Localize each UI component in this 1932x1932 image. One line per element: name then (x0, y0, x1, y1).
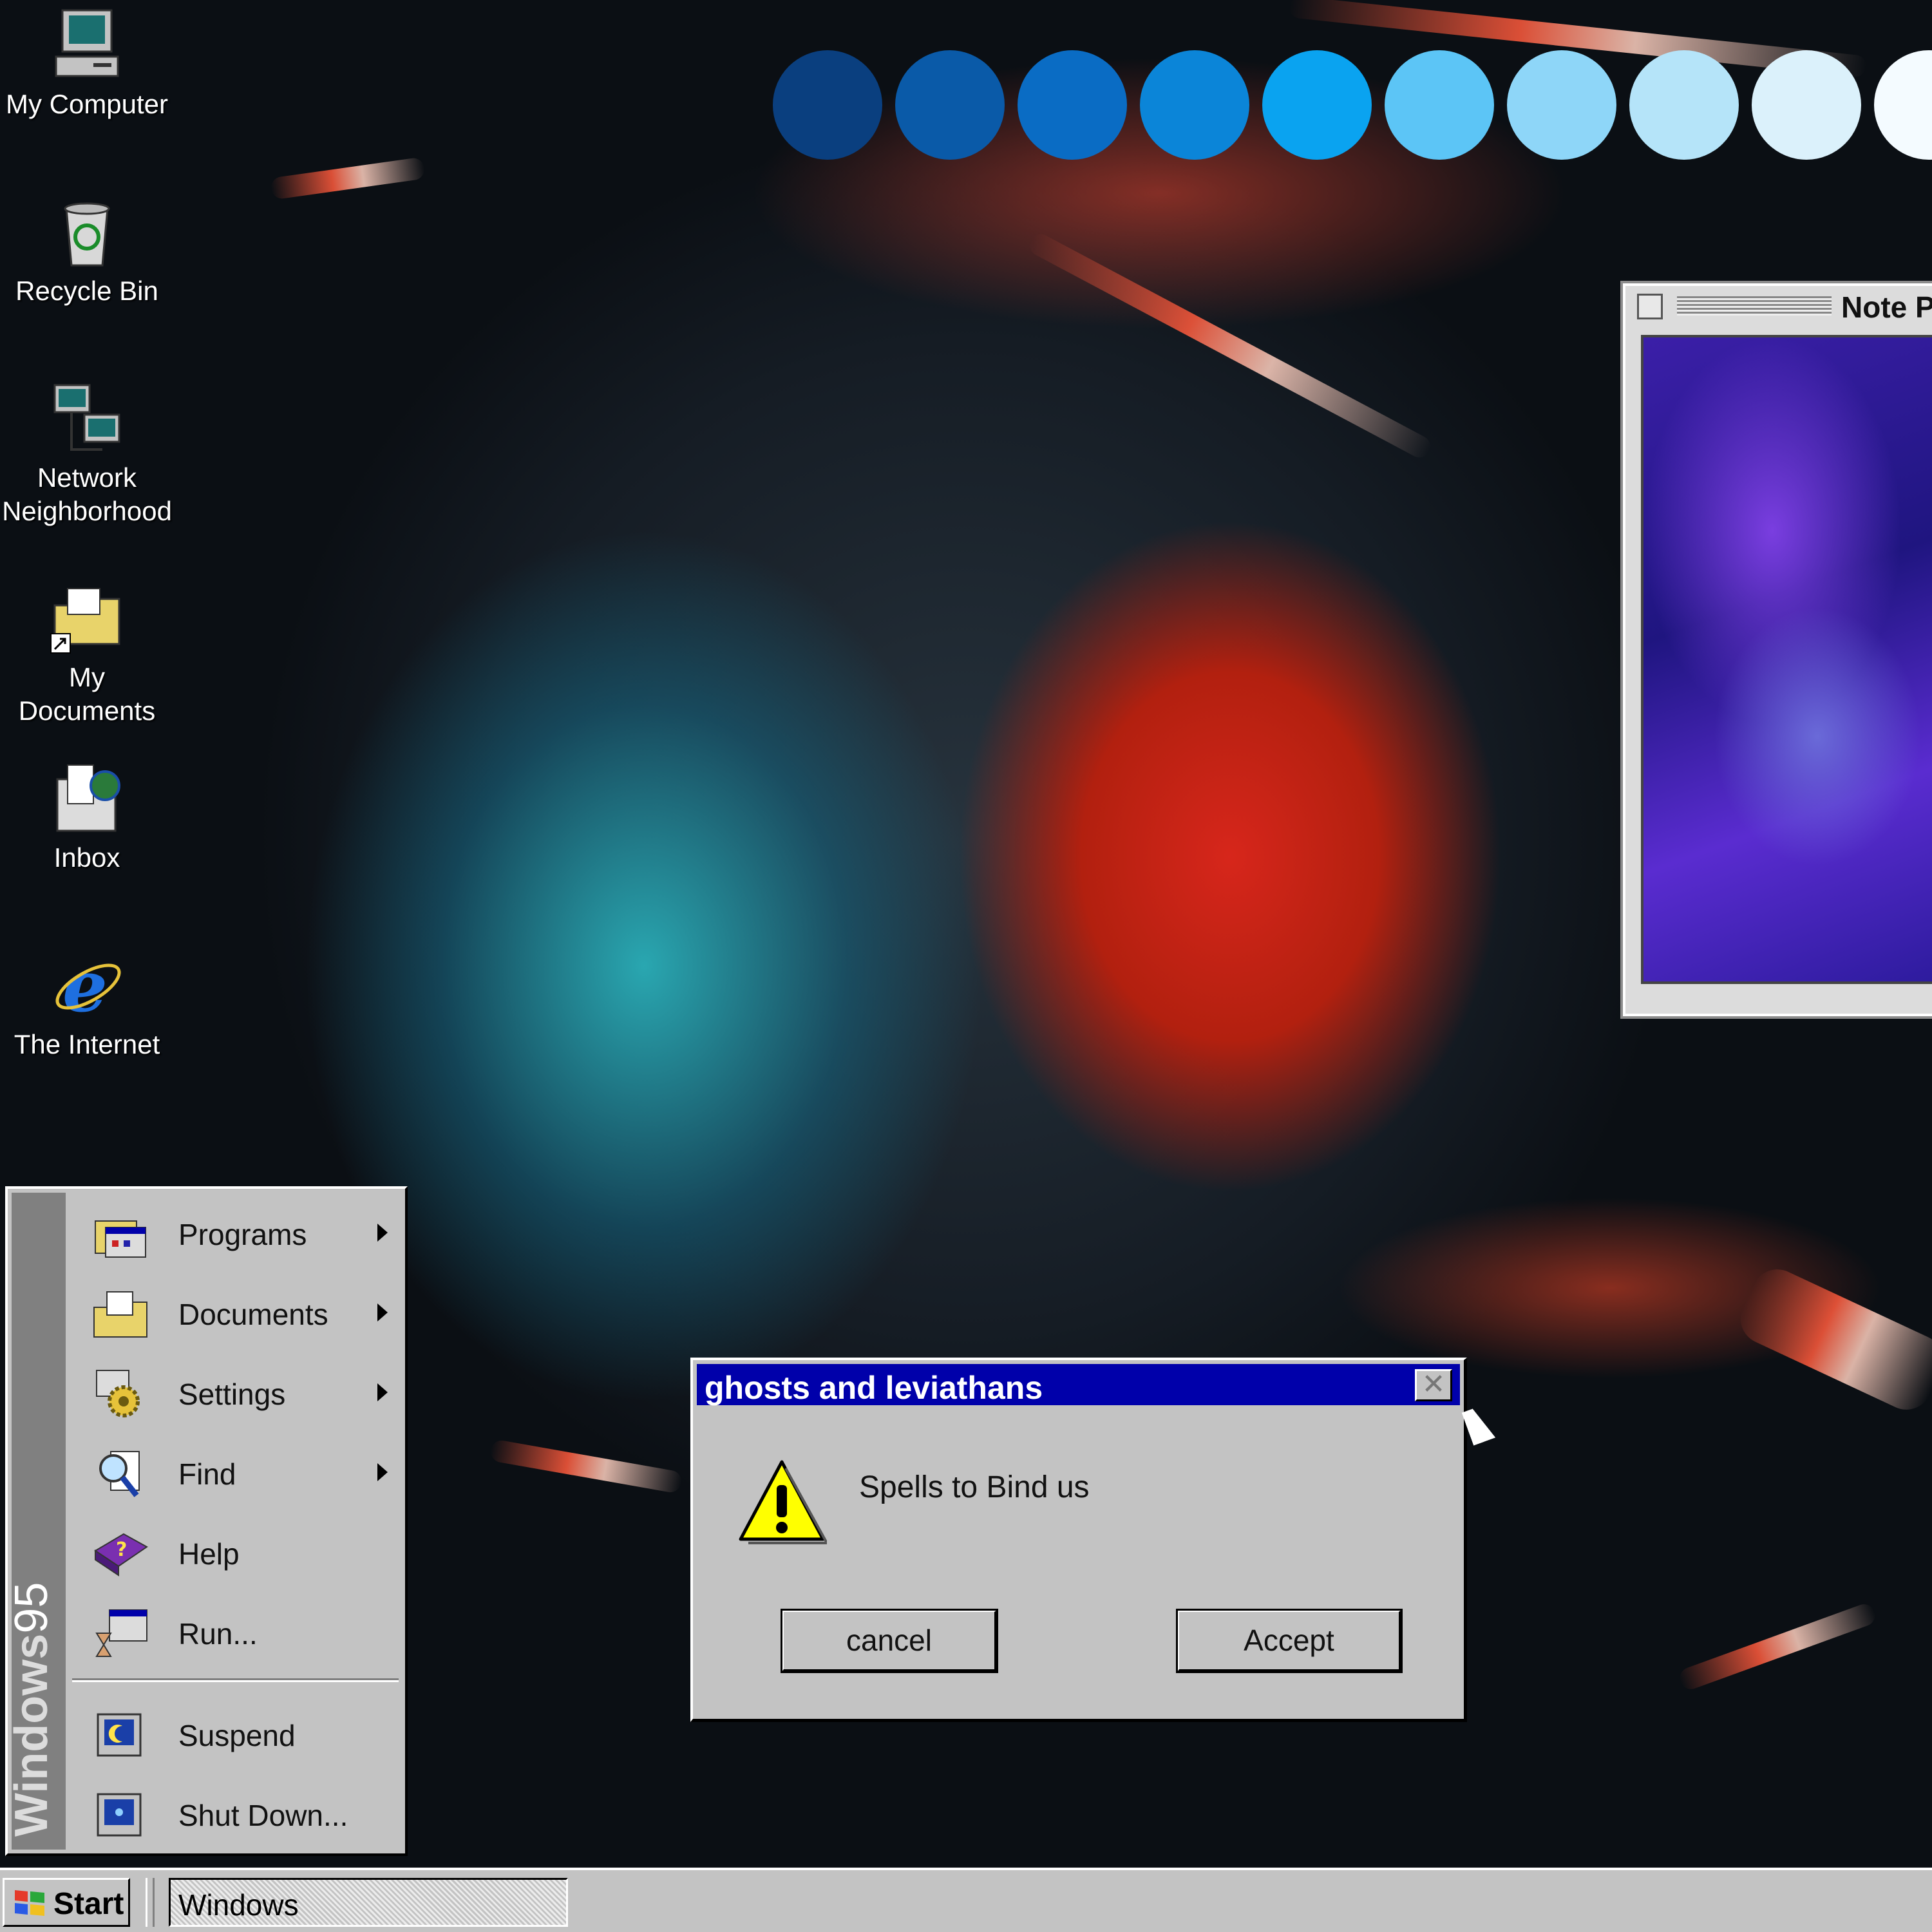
windows-logo-icon (11, 1888, 47, 1918)
menu-item-suspend[interactable]: Suspend (79, 1696, 401, 1772)
svg-text:e: e (62, 947, 108, 1024)
desktop-icon-my-documents[interactable]: My Documents (0, 580, 174, 728)
note-window[interactable]: Note P (1623, 283, 1932, 1016)
dialog-message: Spells to Bind us (859, 1470, 1090, 1504)
submenu-arrow-icon (377, 1303, 388, 1321)
decorative-circle (1507, 50, 1616, 160)
menu-item-shut-down[interactable]: Shut Down... (79, 1776, 401, 1852)
start-button-label: Start (53, 1887, 124, 1921)
submenu-arrow-icon (377, 1383, 388, 1401)
internet-explorer-icon: e (48, 945, 126, 1028)
menu-item-find[interactable]: Find (79, 1435, 401, 1511)
find-icon (91, 1448, 149, 1499)
desktop-icon-label: The Internet (14, 1029, 160, 1059)
menu-item-help[interactable]: ? Help (79, 1515, 401, 1591)
wallpaper-streak (269, 156, 426, 200)
network-neighborhood-icon (48, 380, 126, 457)
taskbar: Start Windows (0, 1868, 1932, 1932)
menu-item-label: Find (178, 1457, 236, 1491)
suspend-icon (91, 1709, 149, 1761)
accept-button[interactable]: Accept (1176, 1609, 1403, 1673)
wallpaper-streak (1732, 1261, 1932, 1418)
desktop-icon-label: My Computer (5, 89, 169, 119)
menu-item-run[interactable]: Run... (79, 1595, 401, 1671)
programs-icon (91, 1208, 149, 1260)
dialog-title: ghosts and leviathans (705, 1370, 1043, 1406)
decorative-circle (1752, 50, 1861, 160)
banner-light-text: 95 (6, 1582, 57, 1634)
inbox-icon (48, 760, 126, 837)
submenu-arrow-icon (377, 1224, 388, 1242)
decorative-circle (1262, 50, 1372, 160)
my-computer-icon (48, 6, 126, 84)
decorative-circle (895, 50, 1005, 160)
submenu-arrow-icon (377, 1463, 388, 1481)
note-window-title: Note P (1841, 290, 1932, 324)
wallpaper-streak (1676, 1601, 1879, 1692)
start-menu-banner: Windows95 (6, 1193, 66, 1850)
banner-bold-text: Windows (6, 1633, 57, 1837)
menu-item-label: Documents (178, 1298, 328, 1331)
alert-dialog: ghosts and leviathans ✕ Spells to Bind u… (690, 1358, 1467, 1722)
note-window-titlebar[interactable]: Note P (1625, 286, 1932, 325)
help-icon: ? (91, 1528, 149, 1579)
desktop-icon-recycle-bin[interactable]: Recycle Bin (0, 193, 174, 308)
desktop-icon-the-internet[interactable]: e The Internet (0, 945, 174, 1061)
start-menu-banner-text: Windows95 (5, 1582, 58, 1837)
desktop-icon-label: Inbox (53, 842, 120, 873)
note-window-close-box[interactable] (1637, 294, 1663, 319)
menu-item-label: Settings (178, 1378, 286, 1411)
menu-separator (72, 1678, 399, 1682)
menu-item-programs[interactable]: Programs (79, 1195, 401, 1271)
note-window-image (1641, 335, 1932, 984)
documents-icon (91, 1288, 149, 1340)
menu-item-settings[interactable]: Settings (79, 1355, 401, 1431)
titlebar-stripes (1677, 296, 1832, 316)
taskbar-window-label: Windows (178, 1888, 299, 1922)
menu-item-label: Suspend (178, 1719, 296, 1752)
recycle-bin-icon (48, 193, 126, 270)
start-button[interactable]: Start (3, 1878, 130, 1927)
menu-item-label: Run... (178, 1617, 258, 1651)
warning-icon (737, 1457, 829, 1547)
desktop-icon-inbox[interactable]: Inbox (0, 760, 174, 875)
shut-down-icon (91, 1789, 149, 1841)
wallpaper-streak (1025, 230, 1435, 462)
desktop-icon-my-computer[interactable]: My Computer (0, 6, 174, 121)
decorative-circle (1385, 50, 1494, 160)
menu-item-label: Shut Down... (178, 1799, 348, 1832)
svg-text:?: ? (116, 1539, 127, 1561)
settings-icon (91, 1368, 149, 1419)
dialog-titlebar[interactable]: ghosts and leviathans ✕ (697, 1364, 1460, 1406)
taskbar-handle (146, 1878, 155, 1927)
desktop-icon-label: Recycle Bin (15, 276, 158, 306)
decorative-circle (1629, 50, 1739, 160)
desktop-icon-label: Network Neighborhood (2, 462, 172, 526)
close-button[interactable]: ✕ (1415, 1369, 1452, 1401)
decorative-circle (1140, 50, 1249, 160)
my-documents-icon (48, 580, 126, 657)
start-menu: Windows95 Programs Documents Settings Fi… (5, 1186, 408, 1856)
run-icon (91, 1607, 149, 1659)
menu-item-documents[interactable]: Documents (79, 1275, 401, 1351)
desktop-icon-label: My Documents (18, 662, 156, 726)
decorative-circle (773, 50, 882, 160)
decorative-circle (1874, 50, 1932, 160)
decorative-circle (1018, 50, 1127, 160)
taskbar-window-button[interactable]: Windows (169, 1878, 568, 1927)
cancel-button[interactable]: cancel (781, 1609, 998, 1673)
desktop-icon-network-neighborhood[interactable]: Network Neighborhood (0, 380, 174, 528)
menu-item-label: Programs (178, 1218, 307, 1251)
wallpaper-streak (489, 1439, 683, 1494)
menu-item-label: Help (178, 1537, 240, 1571)
